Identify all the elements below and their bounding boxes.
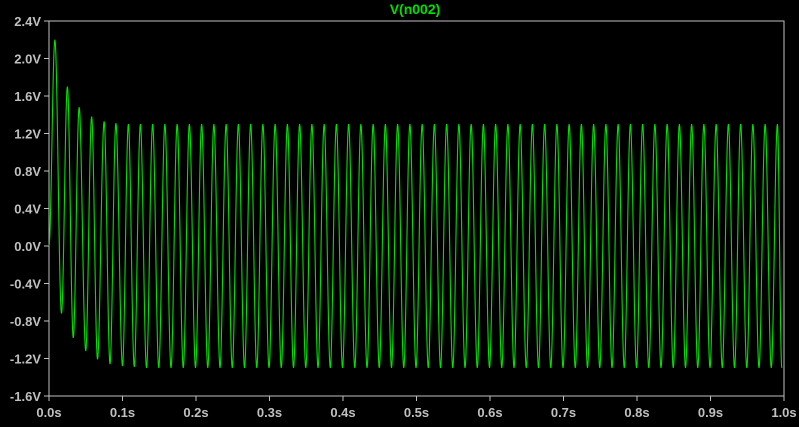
y-tick-label: 0.4V	[14, 202, 41, 217]
y-tick-label: 1.2V	[14, 127, 41, 142]
chart-title: V(n002)	[390, 1, 441, 17]
y-axis: 2.4V 2.0V 1.6V 1.2V 0.8V 0.4V 0.0V -0.4V -0.8V -1…	[10, 14, 49, 404]
x-tick-label: 0.3s	[257, 405, 282, 420]
x-tick-label: 0.7s	[551, 405, 576, 420]
waveform-plot: V(n002) 2.4V 2.0V 1.6V 1.2V 0.8V 0.4V 0.0V -0.4…	[10, 1, 797, 420]
series-line-v-n002	[48, 39, 783, 368]
plot-area-frame	[48, 20, 785, 397]
y-tick-label: -0.8V	[10, 314, 41, 329]
x-tick-label: 0.2s	[183, 405, 208, 420]
x-tick-label: 0.1s	[110, 405, 135, 420]
y-tick-label: -0.4V	[10, 277, 41, 292]
x-tick-label: 0.8s	[624, 405, 649, 420]
x-tick-label: 1.0s	[771, 405, 796, 420]
x-tick-label: 0.5s	[404, 405, 429, 420]
x-tick-label: 0.9s	[698, 405, 723, 420]
x-tick-label: 0.4s	[330, 405, 355, 420]
x-tick-label: 0.0s	[36, 405, 61, 420]
y-tick-label: 2.4V	[14, 14, 41, 29]
x-tick-label: 0.6s	[477, 405, 502, 420]
y-tick-label: 0.0V	[14, 239, 41, 254]
y-tick-label: -1.6V	[10, 389, 41, 404]
y-tick-label: 0.8V	[14, 164, 41, 179]
y-tick-label: 2.0V	[14, 52, 41, 67]
x-axis: 0.0s 0.1s 0.2s 0.3s 0.4s 0.5s 0.6s 0.7s 0.8s 0.9s…	[36, 396, 797, 420]
y-tick-label: -1.2V	[10, 352, 41, 367]
y-tick-label: 1.6V	[14, 89, 41, 104]
